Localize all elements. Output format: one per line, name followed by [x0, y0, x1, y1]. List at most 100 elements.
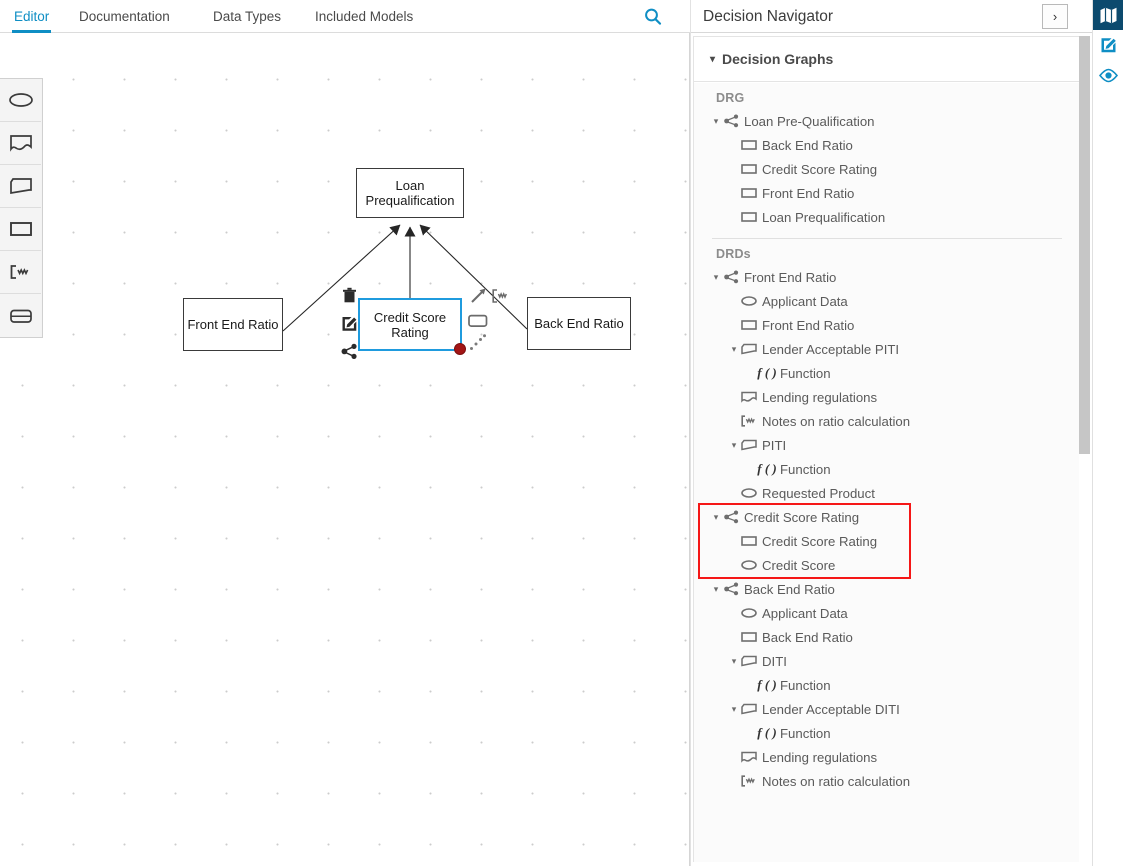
bkm-icon [740, 653, 758, 669]
tree-item[interactable]: f ( ) Function [694, 673, 1080, 697]
tree-item-label: Loan Prequalification [762, 209, 886, 225]
tree-item-label: Lender Acceptable PITI [762, 341, 900, 357]
application-window: Editor Documentation Data Types Included… [0, 0, 1123, 866]
chevron-down-icon[interactable]: ▾ [710, 116, 722, 127]
preview-eye-icon[interactable] [1093, 60, 1123, 90]
palette-decision-tool[interactable] [0, 208, 41, 251]
tab-included-models[interactable]: Included Models [313, 0, 415, 33]
chevron-down-icon[interactable]: ▾ [710, 512, 722, 523]
tree-item[interactable]: Back End Ratio [694, 133, 1080, 157]
palette-text-annotation-tool[interactable] [0, 251, 41, 294]
tree-item[interactable]: Requested Product [694, 481, 1080, 505]
function-icon: f ( ) [757, 365, 777, 380]
node-context-tools-left [339, 285, 359, 361]
rounded-rect-icon[interactable] [468, 311, 488, 331]
tree-item[interactable]: ▾ Lender Acceptable PITI [694, 337, 1080, 361]
dotted-line-icon[interactable] [468, 333, 488, 353]
tree-item[interactable]: ▾ Lender Acceptable DITI [694, 697, 1080, 721]
chevron-down-icon[interactable]: ▾ [728, 656, 740, 667]
node-label: Back End Ratio [534, 316, 624, 331]
tree-item[interactable]: ▾ Credit Score Rating [694, 505, 1080, 529]
tree-item[interactable]: ▾ Front End Ratio [694, 265, 1080, 289]
tree-item[interactable]: Notes on ratio calculation [694, 409, 1080, 433]
tree-item-label: Lending regulations [762, 749, 878, 765]
navigator-body: ▾ Decision Graphs DRG ▾ Loan Pre-Qualifi… [693, 36, 1081, 862]
group-divider [712, 238, 1062, 239]
decision-icon [740, 161, 758, 177]
palette-input-data-tool[interactable] [0, 79, 41, 122]
chevron-down-icon[interactable]: ▾ [710, 584, 722, 595]
bkm-icon [740, 341, 758, 357]
tree-item[interactable]: Back End Ratio [694, 625, 1080, 649]
tree-item[interactable]: Applicant Data [694, 601, 1080, 625]
node-front-end-ratio[interactable]: Front End Ratio [183, 298, 283, 351]
arrow-up-right-icon[interactable] [468, 285, 488, 305]
palette-decision-service-tool[interactable] [0, 294, 41, 337]
tree-item[interactable]: Loan Prequalification [694, 205, 1080, 229]
decision-icon [740, 317, 758, 333]
map-icon[interactable] [1093, 0, 1123, 30]
chevron-down-icon: ▾ [710, 53, 716, 65]
dmn-canvas[interactable]: Loan Prequalification Front End Ratio Cr… [0, 33, 689, 866]
search-icon[interactable] [642, 6, 664, 28]
text-annotation-icon[interactable] [490, 286, 510, 306]
edit-icon[interactable] [1093, 30, 1123, 60]
tree-item[interactable]: ▾ Loan Pre-Qualification [694, 109, 1080, 133]
tree-item-label: Lender Acceptable DITI [762, 701, 900, 717]
chevron-down-icon[interactable]: ▾ [728, 440, 740, 451]
shape-palette [0, 78, 43, 338]
node-loan-prequalification[interactable]: Loan Prequalification [356, 168, 464, 218]
share-icon[interactable] [339, 341, 359, 361]
tree-item[interactable]: Lending regulations [694, 385, 1080, 409]
decision-navigator-pane: Decision Navigator › ▾ Decision Graphs D… [690, 0, 1093, 866]
knowledge-source-icon [740, 749, 758, 765]
tree-item-label: Front End Ratio [762, 185, 855, 201]
chevron-down-icon[interactable]: ▾ [728, 704, 740, 715]
decision-icon [740, 137, 758, 153]
palette-business-knowledge-model-tool[interactable] [0, 165, 41, 208]
text-annotation-icon [740, 773, 758, 789]
tree-item[interactable]: Credit Score Rating [694, 157, 1080, 181]
tree-item-label: Credit Score Rating [744, 509, 860, 525]
tree-item[interactable]: ▾ PITI [694, 433, 1080, 457]
tree-item[interactable]: Lending regulations [694, 745, 1080, 769]
tree-item[interactable]: ▾ Back End Ratio [694, 577, 1080, 601]
tree-item[interactable]: ▾ DITI [694, 649, 1080, 673]
tree-item-label: Function [780, 365, 831, 381]
diagram-edges [282, 224, 528, 332]
tree-item-label: Function [780, 677, 831, 693]
navigator-scrollbar[interactable] [1079, 34, 1090, 866]
palette-knowledge-source-tool[interactable] [0, 122, 41, 165]
scrollbar-thumb[interactable] [1079, 36, 1090, 454]
tree-item[interactable]: Credit Score [694, 553, 1080, 577]
collapse-panel-button[interactable]: › [1042, 4, 1068, 29]
node-back-end-ratio[interactable]: Back End Ratio [527, 297, 631, 350]
tree-item-label: Lending regulations [762, 389, 878, 405]
tree-item[interactable]: Front End Ratio [694, 181, 1080, 205]
tree-item-label: PITI [762, 437, 787, 453]
edit-square-icon[interactable] [339, 313, 359, 333]
tab-editor[interactable]: Editor [12, 0, 52, 33]
navigator-tree[interactable]: DRG ▾ Loan Pre-Qualification Back End Ra… [694, 83, 1080, 862]
tab-data-types[interactable]: Data Types [211, 0, 283, 33]
editor-pane: Editor Documentation Data Types Included… [0, 0, 690, 866]
decision-icon [740, 533, 758, 549]
tree-item[interactable]: Credit Score Rating [694, 529, 1080, 553]
navigator-title: Decision Navigator [703, 8, 834, 25]
decision-graphs-section-header[interactable]: ▾ Decision Graphs [694, 37, 1080, 82]
chevron-down-icon[interactable]: ▾ [728, 344, 740, 355]
node-label: Loan Prequalification [365, 178, 455, 208]
tab-documentation[interactable]: Documentation [77, 0, 172, 33]
function-icon: f ( ) [757, 725, 777, 740]
tree-item[interactable]: Applicant Data [694, 289, 1080, 313]
tree-item[interactable]: f ( ) Function [694, 721, 1080, 745]
node-credit-score-rating[interactable]: Credit Score Rating [358, 298, 466, 355]
tree-item[interactable]: Front End Ratio [694, 313, 1080, 337]
resize-handle[interactable] [454, 343, 466, 355]
chevron-down-icon[interactable]: ▾ [710, 272, 722, 283]
trash-icon[interactable] [339, 285, 359, 305]
tree-item[interactable]: f ( ) Function [694, 361, 1080, 385]
bkm-icon [740, 701, 758, 717]
tree-item[interactable]: f ( ) Function [694, 457, 1080, 481]
tree-item[interactable]: Notes on ratio calculation [694, 769, 1080, 793]
